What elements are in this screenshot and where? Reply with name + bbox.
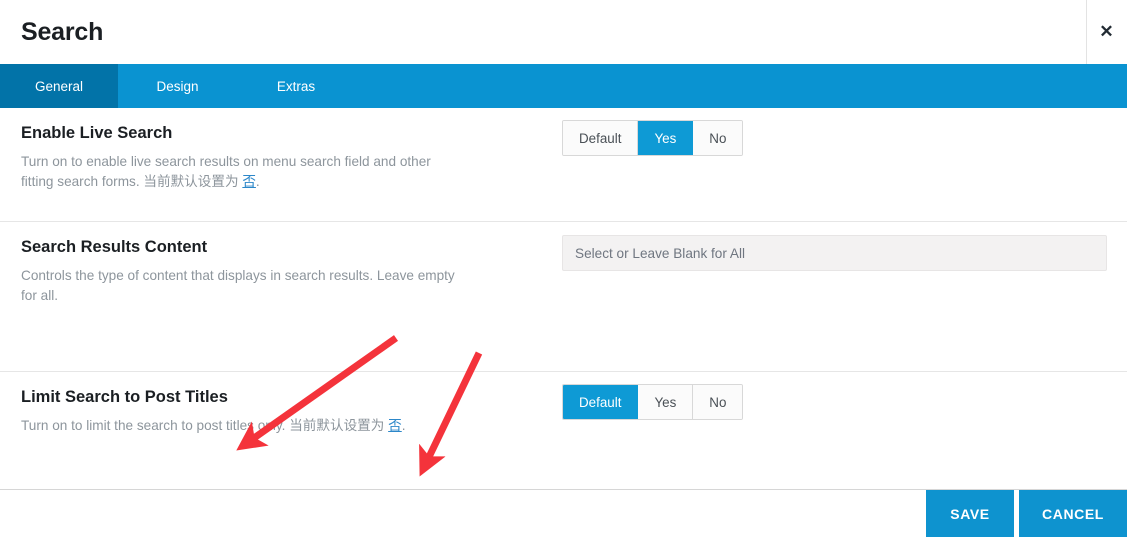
option-no[interactable]: No	[693, 121, 743, 155]
tab-design-label: Design	[156, 78, 199, 94]
setting-row-search-results-content: Search Results Content Controls the type…	[0, 222, 1127, 372]
tab-extras[interactable]: Extras	[237, 64, 355, 108]
setting-description-suffix: .	[401, 417, 406, 433]
option-no[interactable]: No	[693, 385, 743, 419]
select-placeholder: Select or Leave Blank for All	[575, 245, 746, 261]
setting-title: Limit Search to Post Titles	[21, 388, 228, 406]
setting-row-enable-live-search: Enable Live Search Turn on to enable liv…	[0, 108, 1127, 222]
setting-title: Enable Live Search	[21, 124, 173, 142]
setting-control-block: Default Yes No	[562, 372, 1127, 420]
settings-list: Enable Live Search Turn on to enable liv…	[0, 108, 1127, 489]
tab-bar: General Design Extras	[0, 64, 1127, 117]
toggle-group-enable-live-search: Default Yes No	[562, 120, 744, 156]
modal-header: Search ✕	[0, 0, 1127, 64]
setting-description: Turn on to enable live search results on…	[21, 152, 462, 193]
setting-title: Search Results Content	[21, 238, 208, 256]
option-default[interactable]: Default	[563, 385, 639, 419]
option-default[interactable]: Default	[563, 121, 639, 155]
toggle-group-limit-search-to-post-titles: Default Yes No	[562, 384, 744, 420]
option-yes[interactable]: Yes	[638, 385, 694, 419]
setting-control-block: Default Yes No	[562, 108, 1127, 156]
option-yes[interactable]: Yes	[638, 121, 694, 155]
tab-general-label: General	[34, 78, 84, 94]
setting-label-block: Search Results Content Controls the type…	[0, 222, 562, 307]
save-button[interactable]: SAVE	[926, 490, 1014, 537]
tab-design[interactable]: Design	[118, 64, 237, 108]
cancel-button[interactable]: CANCEL	[1019, 490, 1127, 537]
page-title: Search	[21, 17, 104, 46]
setting-description: Turn on to limit the search to post titl…	[21, 416, 462, 437]
setting-control-block: Select or Leave Blank for All	[562, 222, 1127, 271]
search-results-content-select[interactable]: Select or Leave Blank for All	[562, 235, 1107, 271]
setting-description-text: Turn on to enable live search results on…	[21, 153, 431, 190]
setting-description: Controls the type of content that displa…	[21, 267, 455, 304]
setting-description-text: Turn on to limit the search to post titl…	[21, 417, 389, 433]
setting-label-block: Enable Live Search Turn on to enable liv…	[0, 108, 562, 193]
tab-extras-label: Extras	[276, 78, 316, 94]
close-icon[interactable]: ✕	[1086, 0, 1127, 64]
search-settings-modal: Search ✕ General Design Extras Enable Li…	[0, 0, 1127, 537]
setting-description-suffix: .	[255, 174, 260, 190]
tab-general[interactable]: General	[0, 64, 118, 117]
setting-default-link[interactable]: 否	[242, 174, 256, 189]
setting-default-link[interactable]: 否	[388, 418, 402, 433]
setting-label-block: Limit Search to Post Titles Turn on to l…	[0, 372, 562, 436]
setting-row-limit-search-to-post-titles: Limit Search to Post Titles Turn on to l…	[0, 372, 1127, 476]
modal-footer: SAVE CANCEL	[0, 489, 1127, 537]
